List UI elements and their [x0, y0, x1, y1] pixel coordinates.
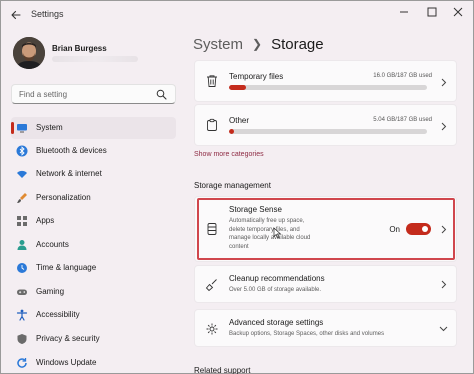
sidebar-item-label: Accessibility [36, 310, 80, 319]
apps-icon [17, 216, 27, 226]
app-title: Settings [31, 9, 64, 19]
cleanup-recommendations-card[interactable]: Cleanup recommendations Over 5.00 GB of … [194, 265, 457, 303]
description-line: manage locally available cloud [229, 235, 311, 241]
search-input[interactable] [19, 88, 149, 101]
user-name: Brian Burgess [52, 44, 107, 53]
maximize-icon [427, 7, 437, 17]
sidebar-item-gaming[interactable]: Gaming [11, 281, 176, 303]
sidebar-item-network[interactable]: Network & internet [11, 163, 176, 185]
storage-drive-icon [207, 223, 217, 235]
sidebar-item-personalization[interactable]: Personalization [11, 187, 176, 209]
breadcrumb-separator: ❯ [252, 37, 263, 51]
sidebar-item-label: Bluetooth & devices [36, 146, 107, 155]
show-more-categories-link[interactable]: Show more categories [194, 151, 264, 158]
minimize-button[interactable] [394, 4, 414, 20]
sidebar-item-label: Network & internet [36, 169, 102, 178]
storage-sense-card[interactable]: Storage Sense Automatically free up spac… [194, 196, 457, 262]
globe-clock-icon [17, 263, 27, 273]
advanced-storage-settings-card[interactable]: Advanced storage settings Backup options… [194, 309, 457, 347]
page-title: Storage [271, 36, 324, 53]
chevron-right-icon [441, 280, 447, 289]
sidebar-item-label: System [36, 123, 63, 132]
sidebar-item-time-language[interactable]: Time & language [11, 257, 176, 279]
bluetooth-icon [16, 145, 28, 157]
close-button[interactable] [448, 4, 468, 20]
sidebar-item-apps[interactable]: Apps [11, 210, 176, 232]
toggle-state-label: On [389, 225, 400, 234]
description-line: content [229, 243, 249, 250]
sidebar-item-label: Windows Update [36, 358, 97, 367]
sidebar-item-label: Personalization [36, 193, 91, 202]
gear-icon [206, 323, 218, 335]
gamepad-icon [17, 289, 27, 295]
storage-item-other[interactable]: Other 5.04 GB/187 GB used [194, 104, 457, 146]
shield-icon [17, 334, 27, 344]
storage-item-title: Other [229, 116, 250, 125]
sidebar-item-windows-update[interactable]: Windows Update [11, 352, 176, 374]
clipboard-icon [207, 118, 217, 131]
sidebar-item-label: Gaming [36, 287, 65, 296]
minimize-icon [400, 11, 408, 13]
cleanup-description: Over 5.00 GB of storage available. [229, 287, 322, 293]
section-heading: Storage management [194, 181, 271, 190]
sidebar-item-label: Accounts [36, 240, 69, 249]
search-icon[interactable] [156, 89, 167, 100]
advanced-description: Backup options, Storage Spaces, other di… [229, 331, 385, 337]
back-button[interactable] [8, 7, 24, 23]
title-bar: Settings [0, 0, 474, 30]
wifi-icon [17, 170, 27, 178]
sidebar-item-accessibility[interactable]: Accessibility [11, 304, 176, 326]
person-icon [17, 240, 27, 250]
usage-bar [229, 85, 427, 90]
back-arrow-icon [11, 10, 21, 20]
sidebar-item-label: Apps [36, 216, 55, 225]
storage-sense-description: Automatically free up space, delete temp… [229, 217, 310, 251]
advanced-title: Advanced storage settings [229, 318, 324, 327]
usage-bar [229, 129, 427, 134]
broom-icon [205, 279, 217, 292]
sidebar-item-bluetooth[interactable]: Bluetooth & devices [11, 140, 176, 162]
maximize-button[interactable] [422, 4, 442, 20]
sidebar-item-label: Privacy & security [36, 334, 100, 343]
chevron-right-icon [441, 78, 447, 87]
breadcrumb-parent[interactable]: System [193, 36, 243, 53]
sidebar-item-label: Time & language [36, 263, 97, 272]
monitor-icon [17, 124, 27, 133]
search-box[interactable] [11, 84, 176, 104]
chevron-right-icon [441, 122, 447, 131]
avatar-photo [13, 37, 45, 69]
chevron-down-icon [439, 326, 448, 332]
usage-bar-fill [229, 85, 247, 90]
trash-icon [207, 75, 217, 87]
storage-sense-title: Storage Sense [229, 205, 282, 214]
related-support-heading: Related support [194, 366, 251, 374]
user-email-redacted [52, 56, 138, 62]
storage-item-size: 16.0 GB/187 GB used [373, 73, 432, 79]
sidebar-item-accounts[interactable]: Accounts [11, 234, 176, 256]
avatar[interactable] [13, 37, 45, 69]
toggle-knob [422, 226, 428, 232]
chevron-right-icon [441, 225, 447, 234]
sidebar-item-privacy[interactable]: Privacy & security [11, 328, 176, 350]
close-icon [453, 7, 463, 17]
storage-item-title: Temporary files [229, 72, 284, 81]
storage-item-temporary-files[interactable]: Temporary files 16.0 GB/187 GB used [194, 60, 457, 102]
usage-bar-fill [229, 129, 235, 134]
storage-item-size: 5.04 GB/187 GB used [373, 117, 432, 123]
storage-sense-toggle[interactable] [406, 223, 431, 235]
description-line: Automatically free up space, [229, 218, 305, 224]
sidebar-item-system[interactable]: System [11, 117, 176, 139]
accessibility-icon [16, 309, 28, 321]
active-indicator [11, 122, 14, 134]
mouse-cursor-icon [273, 227, 282, 239]
paintbrush-icon [17, 193, 27, 203]
cleanup-title: Cleanup recommendations [229, 274, 325, 283]
update-icon [17, 358, 27, 368]
description-line: delete temporary files, and [229, 226, 300, 233]
breadcrumb: System ❯ Storage [193, 36, 324, 53]
